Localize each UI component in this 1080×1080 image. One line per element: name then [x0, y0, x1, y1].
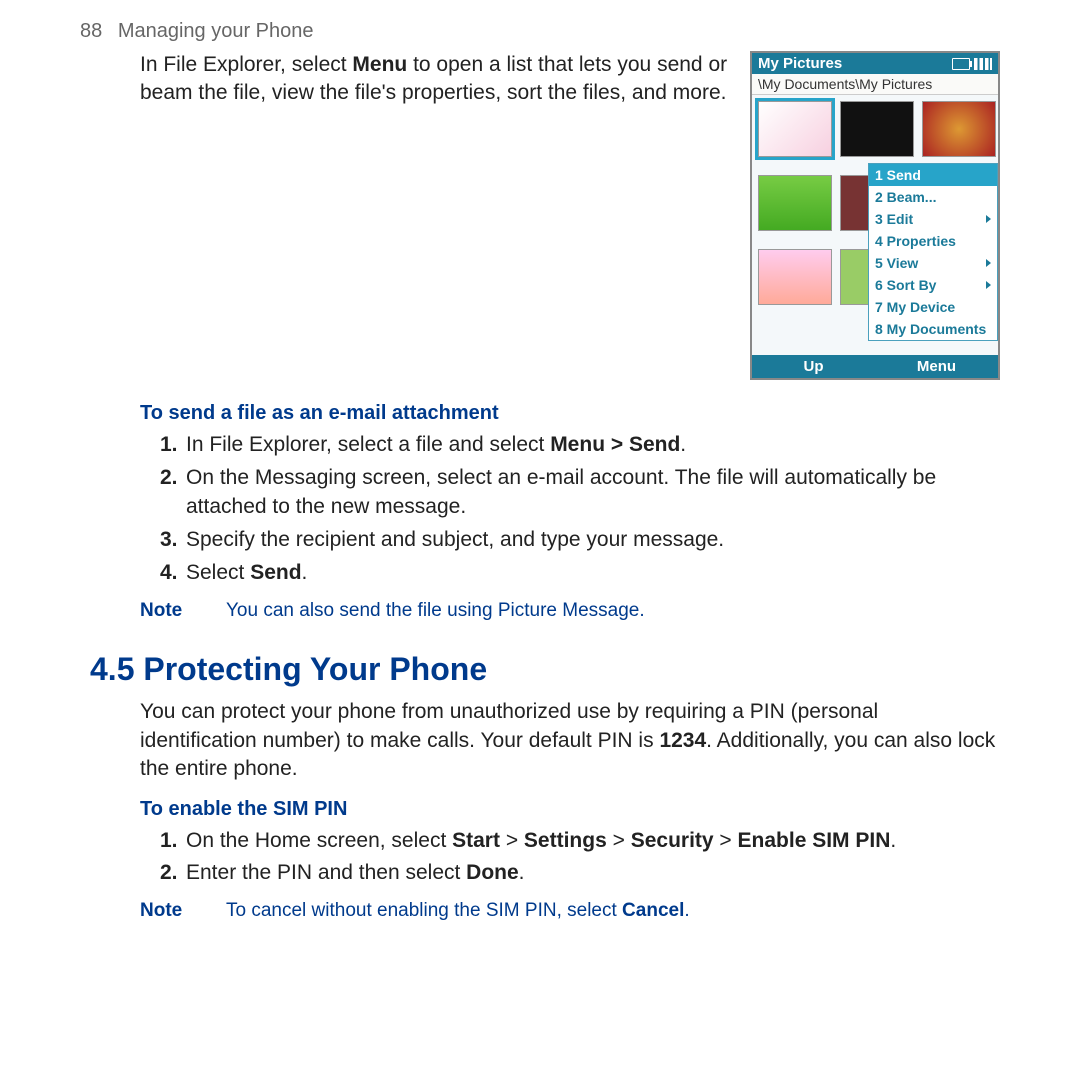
page-number: 88 [80, 20, 102, 42]
menu-item-my-device[interactable]: 7 My Device [869, 296, 997, 318]
softkey-menu[interactable]: Menu [875, 355, 998, 378]
screenshot-body: 1 Send 2 Beam... 3 Edit 4 Properties 5 V… [752, 95, 998, 355]
steps-send-attachment: 1. In File Explorer, select a file and s… [160, 431, 1000, 588]
note-picture-message: Note You can also send the file using Pi… [140, 598, 1000, 624]
menu-item-send[interactable]: 1 Send [869, 164, 997, 186]
thumbnail [758, 249, 832, 305]
subheading-enable-sim-pin: To enable the SIM PIN [140, 798, 1000, 821]
thumbnail [758, 175, 832, 231]
chevron-right-icon [986, 215, 991, 223]
thumbnail [758, 101, 832, 157]
softkey-up[interactable]: Up [752, 355, 875, 378]
protect-paragraph: You can protect your phone from unauthor… [140, 698, 1000, 783]
step-2: 2. Enter the PIN and then select Done. [160, 859, 1000, 888]
subheading-send-attachment: To send a file as an e-mail attachment [140, 402, 1000, 425]
screenshot-path: \My Documents\My Pictures [752, 74, 998, 95]
menu-item-sort-by[interactable]: 6 Sort By [869, 274, 997, 296]
status-icons [952, 58, 992, 70]
step-4: 4. Select Send. [160, 559, 1000, 588]
menu-item-edit[interactable]: 3 Edit [869, 208, 997, 230]
menu-item-properties[interactable]: 4 Properties [869, 230, 997, 252]
step-1: 1. On the Home screen, select Start > Se… [160, 827, 1000, 856]
thumbnail [840, 101, 914, 157]
step-2: 2. On the Messaging screen, select an e-… [160, 464, 1000, 522]
chapter-title: Managing your Phone [118, 20, 314, 42]
menu-item-view[interactable]: 5 View [869, 252, 997, 274]
running-header: 88 Managing your Phone [80, 20, 1030, 43]
thumbnail [840, 175, 870, 231]
note-cancel-sim-pin: Note To cancel without enabling the SIM … [140, 898, 1000, 924]
step-3: 3. Specify the recipient and subject, an… [160, 526, 1000, 555]
menu-item-beam[interactable]: 2 Beam... [869, 186, 997, 208]
softkey-bar: Up Menu [752, 355, 998, 378]
battery-icon [952, 58, 970, 70]
section-heading-protecting: 4.5 Protecting Your Phone [90, 651, 1030, 688]
signal-icon [974, 58, 992, 70]
screenshot-title: My Pictures [758, 55, 842, 72]
thumbnail [922, 101, 996, 157]
menu-item-my-documents[interactable]: 8 My Documents [869, 318, 997, 340]
chevron-right-icon [986, 281, 991, 289]
context-menu: 1 Send 2 Beam... 3 Edit 4 Properties 5 V… [868, 163, 998, 341]
steps-enable-sim-pin: 1. On the Home screen, select Start > Se… [160, 827, 1000, 889]
screenshot-titlebar: My Pictures [752, 53, 998, 74]
chevron-right-icon [986, 259, 991, 267]
step-1: 1. In File Explorer, select a file and s… [160, 431, 1000, 460]
thumbnail [840, 249, 870, 305]
phone-screenshot: My Pictures \My Documents\My Pictures 1 … [750, 51, 1000, 380]
